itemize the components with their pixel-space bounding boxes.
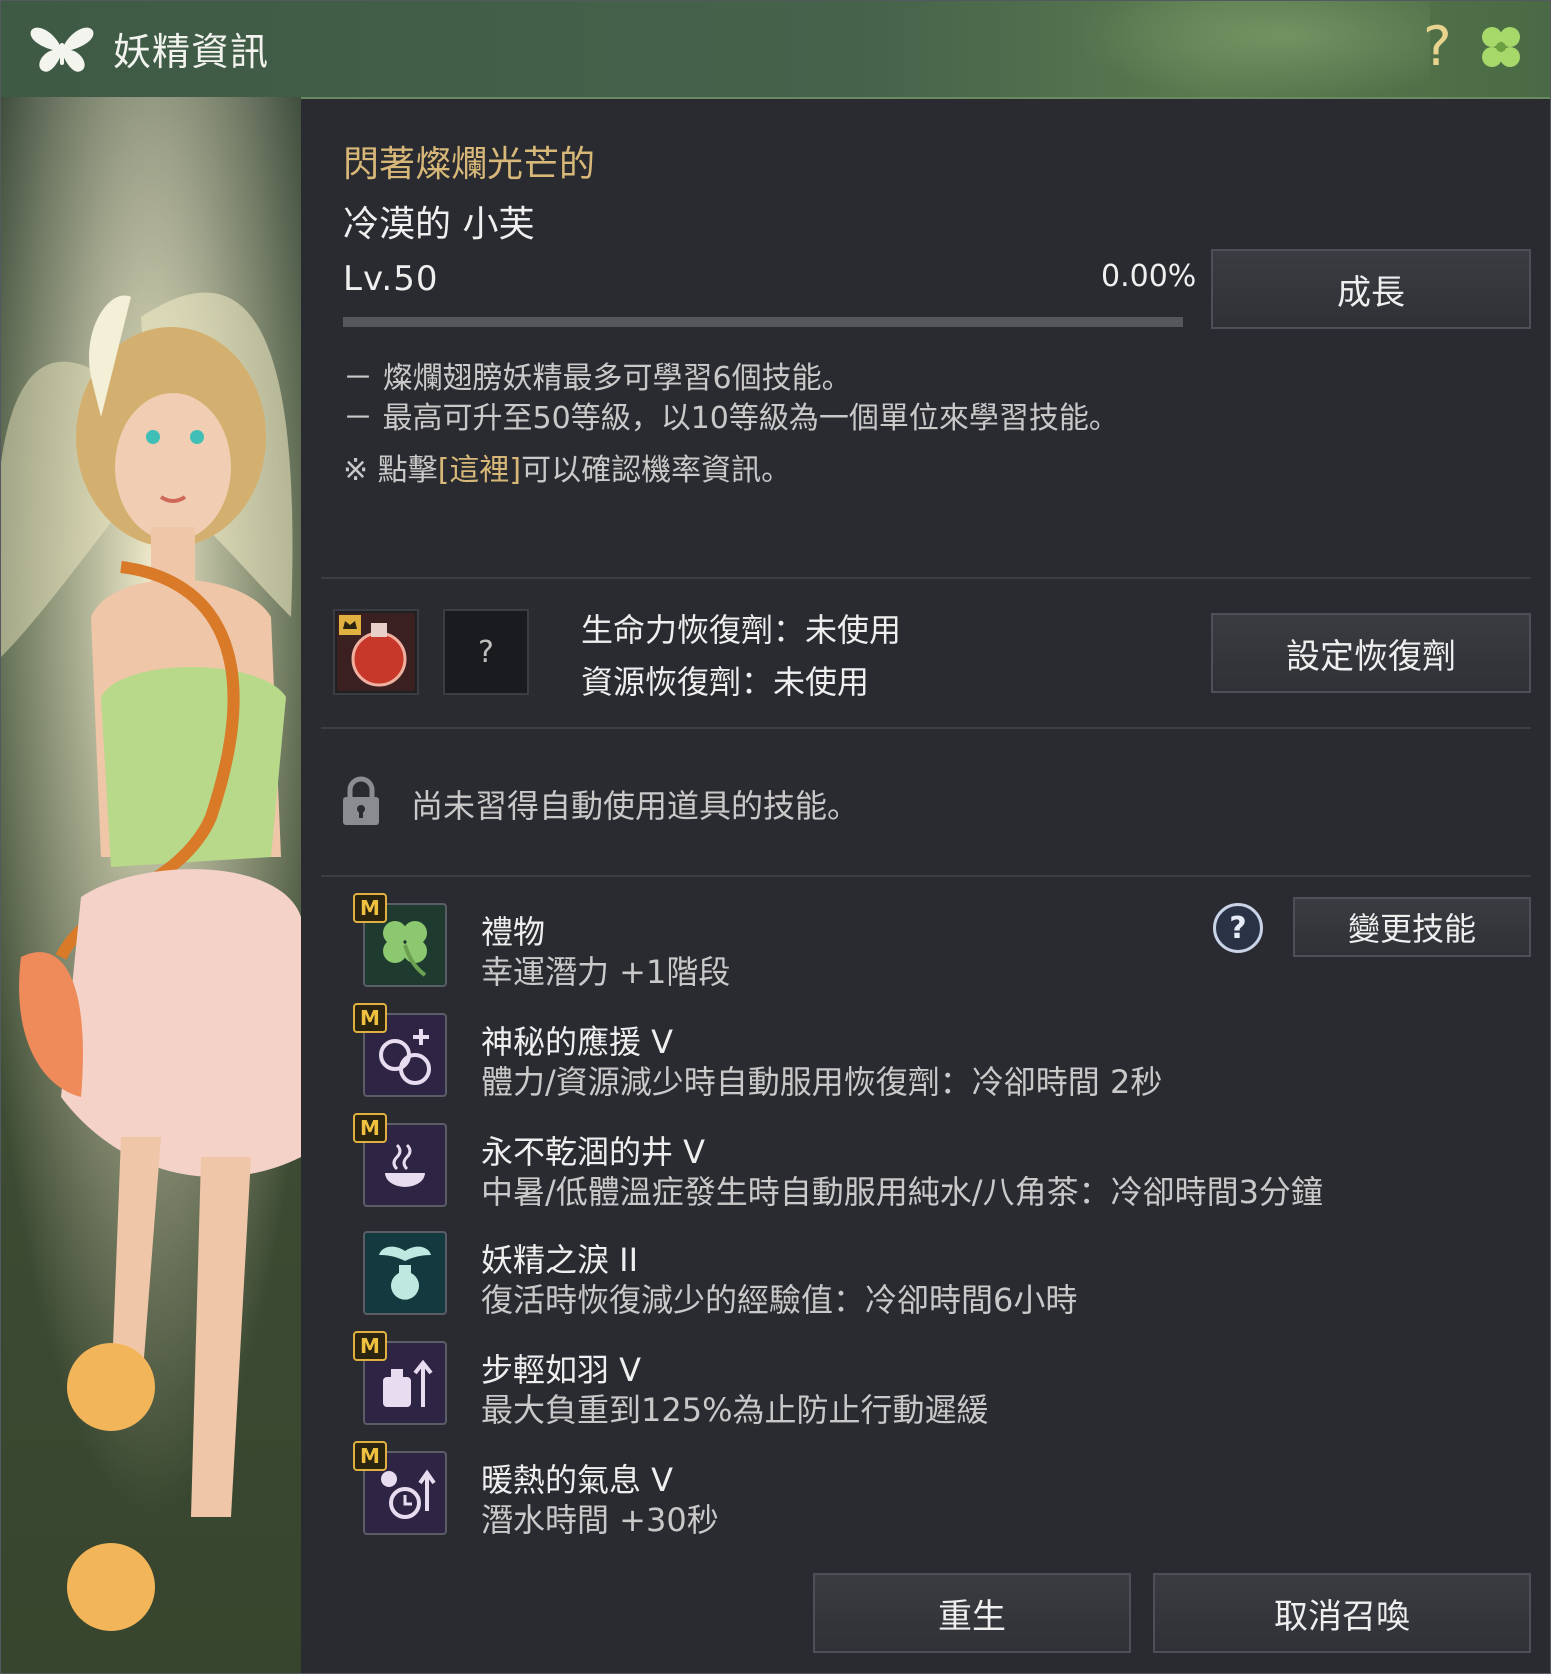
clover-icon[interactable] — [1475, 23, 1527, 75]
probability-prefix: ※ 點擊 — [343, 453, 438, 488]
resource-potion-slot[interactable]: ? — [443, 609, 529, 695]
rebirth-button[interactable]: 重生 — [813, 1573, 1131, 1653]
probability-link[interactable]: [這裡] — [438, 453, 521, 488]
question-mark-icon[interactable]: ? — [1423, 15, 1452, 78]
skill-desc: 體力/資源減少時自動服用恢復劑：冷卻時間 2秒 — [481, 1063, 1163, 1101]
hp-potion-slot[interactable] — [333, 609, 419, 695]
fairy-level: Lv.50 — [343, 259, 439, 299]
hp-potion-icon — [337, 613, 415, 691]
probability-suffix: 可以確認機率資訊。 — [521, 453, 792, 488]
exp-percent: 0.00% — [1101, 259, 1197, 294]
divider — [321, 727, 1531, 729]
info-line-max-level: － 最高可升至50等級，以10等級為一個單位來學習技能。 — [343, 401, 1119, 436]
exp-progress-bar — [343, 317, 1183, 327]
change-skill-button[interactable]: 變更技能 — [1293, 897, 1531, 957]
skill-desc: 最大負重到125%為止防止行動遲緩 — [481, 1391, 989, 1429]
skill-desc: 中暑/低體溫症發生時自動服用純水/八角茶：冷卻時間3分鐘 — [481, 1173, 1323, 1211]
m-badge: M — [353, 1441, 387, 1471]
unsummon-button[interactable]: 取消召喚 — [1153, 1573, 1531, 1653]
skill-help-icon[interactable]: ? — [1213, 903, 1263, 953]
fairy-name: 冷漠的 小芙 — [343, 204, 535, 245]
fairy-info-window: 妖精資訊 ? 閃著燦爛光芒的 冷漠的 小芙 Lv.50 0.00% 成長 － 燦… — [0, 0, 1551, 1674]
info-line-max-skills: － 燦爛翅膀妖精最多可學習6個技能。 — [343, 361, 852, 396]
m-badge: M — [353, 1331, 387, 1361]
skill-icon-fairy-tears[interactable] — [363, 1231, 447, 1315]
m-badge: M — [353, 893, 387, 923]
resource-potion-status: 資源恢復劑：未使用 — [581, 663, 870, 701]
skill-desc: 潛水時間 +30秒 — [481, 1501, 719, 1539]
skill-desc: 幸運潛力 +1階段 — [481, 953, 731, 991]
set-potion-button[interactable]: 設定恢復劑 — [1211, 613, 1531, 693]
window-title: 妖精資訊 — [113, 30, 270, 74]
grow-button[interactable]: 成長 — [1211, 249, 1531, 329]
fairy-subtitle: 閃著燦爛光芒的 — [343, 144, 596, 185]
winged-vial-icon — [379, 1246, 431, 1300]
info-line-probability: ※ 點擊[這裡]可以確認機率資訊。 — [343, 445, 791, 489]
leaf-decoration — [1070, 1, 1430, 101]
lock-icon — [343, 776, 379, 825]
m-badge: M — [353, 1113, 387, 1143]
fairy-portrait — [1, 97, 301, 1673]
m-badge: M — [353, 1003, 387, 1033]
hp-potion-status: 生命力恢復劑：未使用 — [581, 611, 902, 649]
title-bar[interactable]: 妖精資訊 ? — [1, 1, 1550, 101]
auto-item-locked-message: 尚未習得自動使用道具的技能。 — [411, 787, 860, 825]
divider — [321, 577, 1531, 579]
butterfly-icon — [30, 27, 94, 72]
skill-desc: 復活時恢復減少的經驗值：冷卻時間6小時 — [481, 1281, 1078, 1319]
divider — [321, 875, 1531, 877]
